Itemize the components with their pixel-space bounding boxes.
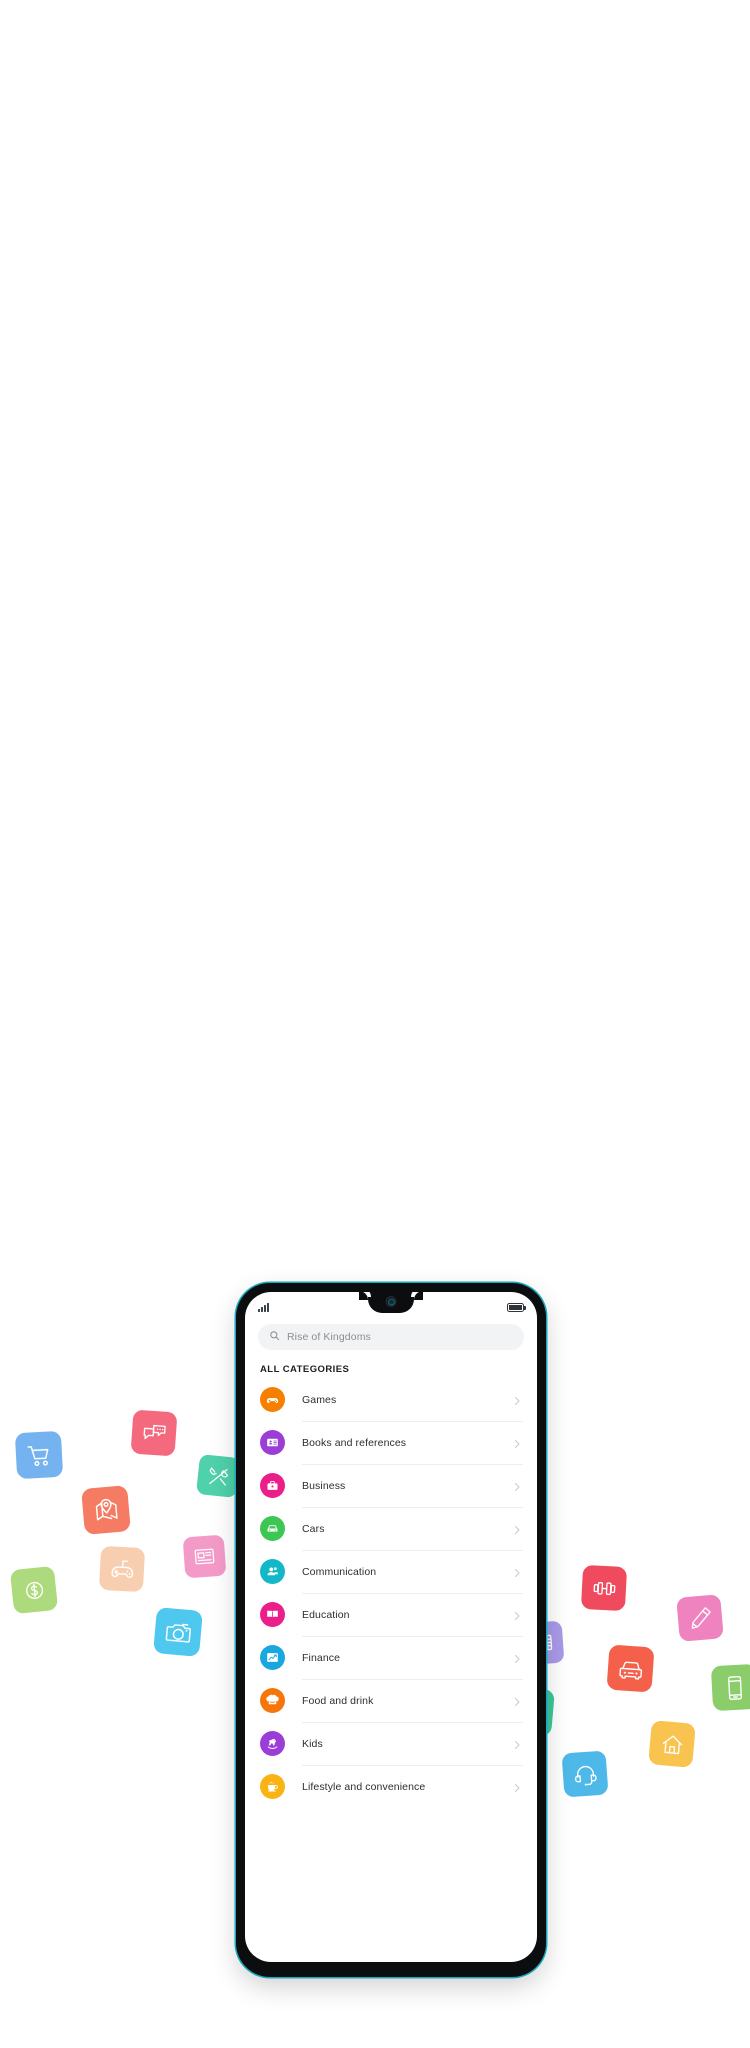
category-row-communication[interactable]: Communication [260,1550,523,1593]
signal-bars-icon [258,1302,269,1312]
chevron-right-icon[interactable] [511,1566,523,1578]
gamepad-outline-icon [98,1545,146,1593]
category-label: Cars [302,1522,325,1535]
pencil-edit-icon [676,1594,724,1642]
smartphone-icon [710,1663,750,1712]
search-area: Rise of Kingdoms [245,1318,537,1350]
phone-screen: Rise of Kingdoms ALL CATEGORIES Games Boo… [245,1292,537,1962]
category-row-business[interactable]: Business [260,1464,523,1507]
chevron-right-icon[interactable] [511,1609,523,1621]
category-row-books-and-references[interactable]: Books and references [260,1421,523,1464]
category-label: Business [302,1479,346,1492]
category-row-education[interactable]: Education [260,1593,523,1636]
chevron-right-icon[interactable] [511,1781,523,1793]
category-row-games[interactable]: Games [260,1378,523,1421]
search-icon [269,1328,280,1346]
contacts-icon [260,1559,285,1584]
battery-full-icon [507,1302,526,1312]
category-label: Kids [302,1737,323,1750]
chat-bubbles-icon [130,1409,178,1457]
rocking-horse-icon [260,1731,285,1756]
camera-icon [153,1607,203,1657]
category-row-kids[interactable]: Kids [260,1722,523,1765]
search-value: Rise of Kingdoms [287,1331,371,1343]
coffee-cup-icon [260,1774,285,1799]
open-book-icon [260,1602,285,1627]
chef-hat-icon [260,1688,285,1713]
category-row-food-and-drink[interactable]: Food and drink [260,1679,523,1722]
chevron-right-icon[interactable] [511,1695,523,1707]
gamepad-icon [260,1387,285,1412]
page-title: ALL CATEGORIES [260,1364,350,1375]
chevron-right-icon[interactable] [511,1523,523,1535]
category-label: Games [302,1393,337,1406]
car-front-icon [606,1644,655,1693]
category-label: Food and drink [302,1694,374,1707]
chevron-right-icon[interactable] [511,1652,523,1664]
category-label: Education [302,1608,350,1621]
shopping-cart-icon [14,1430,64,1480]
dollar-coin-icon [9,1565,59,1615]
tools-icon [196,1454,240,1498]
chevron-right-icon[interactable] [511,1437,523,1449]
category-row-cars[interactable]: Cars [260,1507,523,1550]
map-pin-icon [81,1485,131,1535]
front-camera-icon [385,1296,397,1307]
car-icon [260,1516,285,1541]
category-list: Games Books and references Business Cars Com… [245,1378,537,1808]
phone-bezel: Rise of Kingdoms ALL CATEGORIES Games Boo… [241,1288,541,1972]
chevron-right-icon[interactable] [511,1394,523,1406]
home-house-icon [648,1720,696,1768]
headset-support-icon [561,1750,609,1798]
chevron-right-icon[interactable] [511,1738,523,1750]
search-input[interactable]: Rise of Kingdoms [258,1324,524,1350]
category-row-lifestyle-and-convenience[interactable]: Lifestyle and convenience [260,1765,523,1808]
category-label: Finance [302,1651,341,1664]
category-label: Books and references [302,1436,407,1449]
phone-mockup: Rise of Kingdoms ALL CATEGORIES Games Boo… [236,1283,546,1977]
page-canvas: Rise of Kingdoms ALL CATEGORIES Games Boo… [0,0,750,2048]
chart-up-icon [260,1645,285,1670]
chevron-right-icon[interactable] [511,1480,523,1492]
briefcase-icon [260,1473,285,1498]
category-label: Communication [302,1565,377,1578]
category-row-finance[interactable]: Finance [260,1636,523,1679]
newspaper-icon [182,1534,227,1579]
category-label: Lifestyle and convenience [302,1780,426,1793]
book-card-icon [260,1430,285,1455]
dumbbell-icon [580,1564,628,1612]
